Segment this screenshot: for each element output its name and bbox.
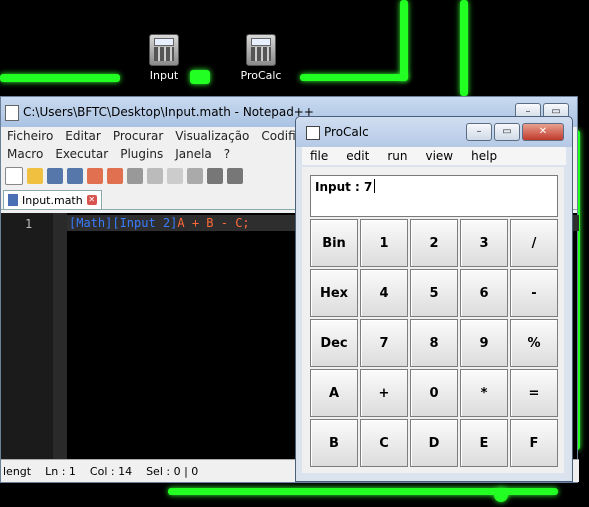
key-2[interactable]: 2 [410,219,458,267]
procalc-titlebar[interactable]: ProCalc – ▭ ✕ [296,117,572,147]
desktop-icon-label: Input [149,69,179,82]
procalc-app-icon [306,126,320,140]
close-file-icon[interactable] [87,168,103,184]
calculator-icon [246,34,276,66]
maximize-button[interactable]: ▭ [494,123,520,141]
menu-janela[interactable]: Janela [175,147,212,161]
key-e[interactable]: E [460,419,508,467]
undo-icon[interactable] [207,168,223,184]
wallpaper-line [494,488,508,502]
open-folder-icon[interactable] [27,168,43,184]
menu-visualizacao[interactable]: Visualização [175,129,249,143]
document-icon [8,194,18,206]
key-multiply[interactable]: * [460,369,508,417]
new-file-icon[interactable] [5,167,23,185]
line-number-gutter [1,213,53,459]
key-equals[interactable]: = [510,369,558,417]
status-selection: Sel : 0 | 0 [146,464,199,478]
fold-margin [53,213,67,459]
notepad-app-icon [5,105,19,121]
menu-help[interactable]: ? [224,147,230,161]
menu-executar[interactable]: Executar [55,147,108,161]
wallpaper-line [460,0,468,96]
menu-editar[interactable]: Editar [65,129,101,143]
key-8[interactable]: 8 [410,319,458,367]
desktop-icon-input[interactable]: Input [134,34,194,82]
status-column: Col : 14 [89,464,133,478]
print-icon[interactable] [127,168,143,184]
key-7[interactable]: 7 [360,319,408,367]
key-minus[interactable]: - [510,269,558,317]
line-number: 1 [25,217,33,231]
tab-label: Input.math [22,193,83,207]
key-6[interactable]: 6 [460,269,508,317]
minimize-button[interactable]: – [466,123,492,141]
procalc-title: ProCalc [324,125,369,139]
menu-help[interactable]: help [471,149,497,163]
text-caret [374,179,376,193]
key-4[interactable]: 4 [360,269,408,317]
key-dec[interactable]: Dec [310,319,358,367]
code-math-tag: [Math] [69,216,113,230]
close-all-icon[interactable] [107,168,123,184]
status-line: Ln : 1 [45,464,76,478]
menu-macro[interactable]: Macro [7,147,43,161]
key-3[interactable]: 3 [460,219,508,267]
key-a[interactable]: A [310,369,358,417]
menu-ficheiro[interactable]: Ficheiro [7,129,53,143]
key-percent[interactable]: % [510,319,558,367]
procalc-body: Input : 7 Bin 1 2 3 / Hex 4 5 6 - Dec 7 … [302,167,564,473]
menu-view[interactable]: view [425,149,453,163]
wallpaper-line [0,74,120,82]
menu-procurar[interactable]: Procurar [113,129,163,143]
key-1[interactable]: 1 [360,219,408,267]
redo-icon[interactable] [227,168,243,184]
calculator-display[interactable]: Input : 7 [310,175,558,217]
display-value: Input : 7 [315,180,373,194]
key-b[interactable]: B [310,419,358,467]
procalc-window: ProCalc – ▭ ✕ file edit run view help In… [295,116,573,482]
key-0[interactable]: 0 [410,369,458,417]
menu-run[interactable]: run [387,149,407,163]
save-all-icon[interactable] [67,168,83,184]
copy-icon[interactable] [167,168,183,184]
key-plus[interactable]: + [360,369,408,417]
keypad: Bin 1 2 3 / Hex 4 5 6 - Dec 7 8 9 % A + … [310,219,558,467]
code-input-tag: [Input 2] [112,216,178,230]
menu-plugins[interactable]: Plugins [120,147,163,161]
wallpaper-line [300,74,408,81]
key-f[interactable]: F [510,419,558,467]
calculator-icon [149,34,179,66]
key-d[interactable]: D [410,419,458,467]
key-9[interactable]: 9 [460,319,508,367]
desktop-icon-label: ProCalc [240,69,282,82]
key-divide[interactable]: / [510,219,558,267]
cut-icon[interactable] [147,168,163,184]
close-button[interactable]: ✕ [522,123,564,141]
notepad-title: C:\Users\BFTC\Desktop\Input.math - Notep… [23,105,314,119]
menu-file[interactable]: file [310,149,328,163]
tab-input-math[interactable]: Input.math ✕ [3,190,102,209]
procalc-menubar: file edit run view help [302,147,566,165]
display-text: Input : 7 [315,179,376,194]
desktop-icon-procalc[interactable]: ProCalc [231,34,291,82]
key-hex[interactable]: Hex [310,269,358,317]
key-5[interactable]: 5 [410,269,458,317]
menu-edit[interactable]: edit [346,149,369,163]
paste-icon[interactable] [187,168,203,184]
status-length: lengt [3,464,32,478]
save-icon[interactable] [47,168,63,184]
code-expression: A + B - C; [177,216,250,230]
wallpaper-line [400,0,408,80]
key-bin[interactable]: Bin [310,219,358,267]
key-c[interactable]: C [360,419,408,467]
close-icon[interactable]: ✕ [86,195,97,205]
